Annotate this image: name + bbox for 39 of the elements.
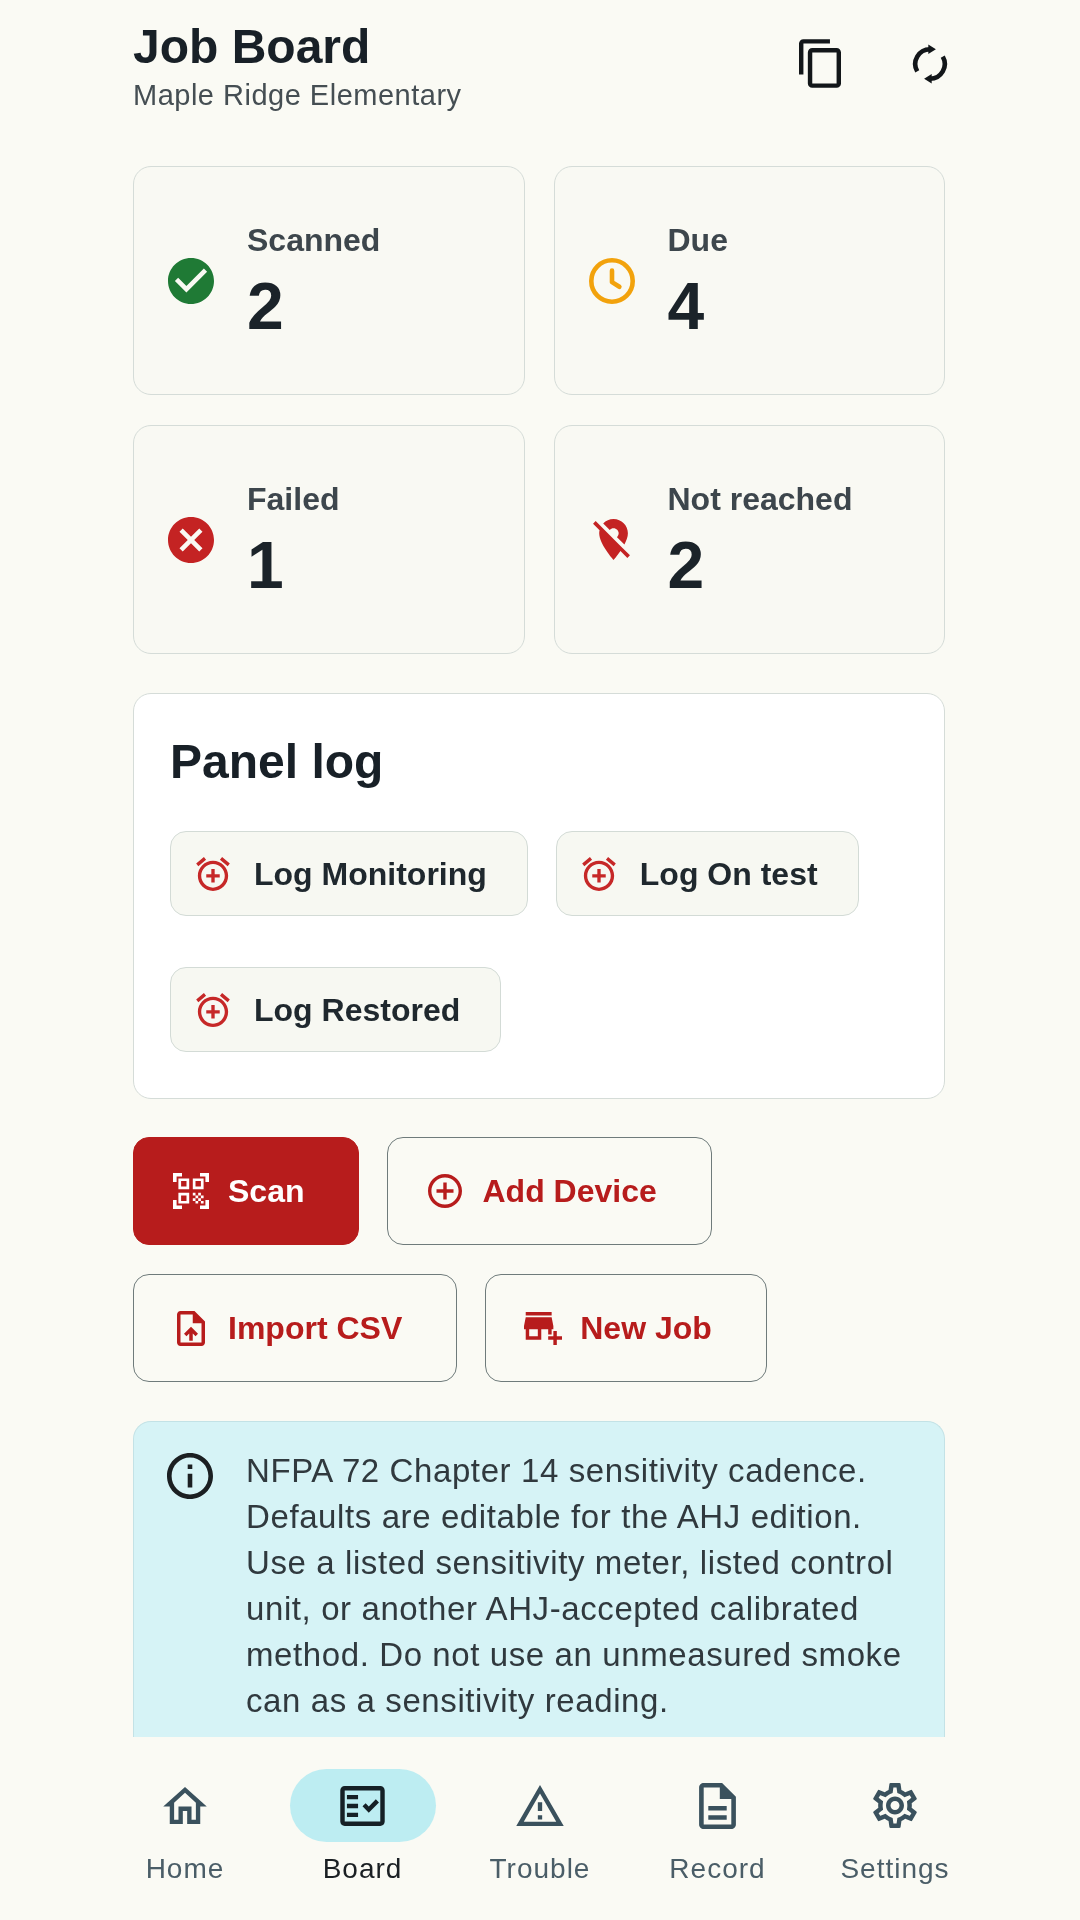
qr-code-icon	[173, 1173, 209, 1209]
alarm-plus-icon	[196, 856, 230, 891]
stat-label: Scanned	[247, 220, 381, 259]
stat-value: 1	[247, 529, 285, 600]
add-device-button[interactable]: Add Device	[387, 1137, 712, 1245]
nav-tab[interactable]: Home	[96, 1769, 274, 1886]
info-icon	[167, 1453, 213, 1499]
page-title: Job Board	[133, 19, 372, 75]
alarm-plus-icon	[581, 856, 616, 891]
stat-value: 2	[667, 529, 706, 600]
new-job-button[interactable]: New Job	[485, 1274, 767, 1382]
copy-icon	[799, 39, 841, 88]
alarm-plus-icon	[196, 992, 230, 1027]
nav-tab[interactable]: Trouble	[451, 1769, 629, 1886]
log-button[interactable]: Log Monitoring	[170, 831, 528, 916]
home-icon	[163, 1787, 207, 1824]
stat-label: Not reached	[667, 479, 853, 518]
nav-tab[interactable]: Settings	[806, 1769, 984, 1886]
nav-tab[interactable]: Record	[628, 1769, 807, 1886]
document-icon	[699, 1782, 736, 1829]
log-button[interactable]: Log Restored	[170, 967, 502, 1052]
stat-label: Due	[667, 220, 728, 259]
file-upload-icon	[177, 1310, 205, 1346]
checklist-icon	[340, 1785, 385, 1826]
info-text: NFPA 72 Chapter 14 sensitivity cadence. Defaults are editable for the AHJ edition. Use a listed sensitivity meter, listed control unit, or another AHJ-accepted calibrated method. Do not use an unmeasured smoke can as a sensitivity reading.	[246, 1451, 903, 1721]
stat-value: 2	[247, 270, 285, 341]
log-button[interactable]: Log On test	[555, 831, 859, 916]
pin-off-icon	[593, 519, 630, 560]
scan-button[interactable]: Scan	[133, 1137, 360, 1245]
refresh-icon	[912, 43, 948, 84]
stat-value: 4	[667, 270, 706, 341]
import-csv-button[interactable]: Import CSV	[133, 1274, 458, 1382]
page-subtitle: Maple Ridge Elementary	[133, 79, 462, 111]
warning-icon	[516, 1785, 564, 1826]
settings-icon	[873, 1783, 917, 1828]
clock-icon	[588, 257, 635, 304]
stat-label: Failed	[247, 479, 340, 518]
card-title: Panel log	[170, 734, 385, 790]
store-plus-icon	[524, 1311, 563, 1345]
